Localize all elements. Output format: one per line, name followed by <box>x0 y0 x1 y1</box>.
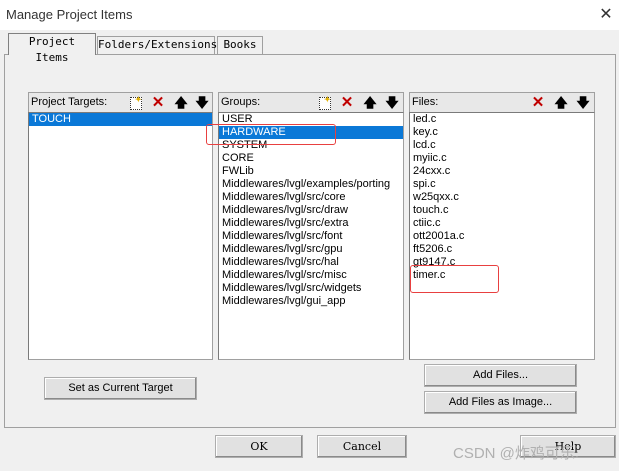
move-up-target-icon[interactable]: 🡅 <box>172 94 190 111</box>
group-list-item[interactable]: Middlewares/lvgl/src/core <box>219 191 403 204</box>
file-list-item[interactable]: w25qxx.c <box>410 191 594 204</box>
file-list-item[interactable]: spi.c <box>410 178 594 191</box>
file-list-item[interactable]: led.c <box>410 113 594 126</box>
ok-button[interactable]: OK <box>215 435 303 458</box>
group-list-item[interactable]: Middlewares/lvgl/examples/porting <box>219 178 403 191</box>
groups-panel: Groups: ✕ 🡅 🡇 USERHARDWARESYSTEMCOREFWLi… <box>218 91 404 360</box>
file-list-item[interactable]: 24cxx.c <box>410 165 594 178</box>
file-list-item[interactable]: myiic.c <box>410 152 594 165</box>
group-list-item[interactable]: Middlewares/lvgl/gui_app <box>219 295 403 308</box>
group-list-item[interactable]: FWLib <box>219 165 403 178</box>
file-list-item[interactable]: ott2001a.c <box>410 230 594 243</box>
move-down-group-icon[interactable]: 🡇 <box>383 94 401 111</box>
cancel-button[interactable]: Cancel <box>317 435 407 458</box>
tab-project-items[interactable]: Project Items <box>8 33 96 64</box>
targets-label: Project Targets: <box>31 96 108 108</box>
files-label: Files: <box>412 96 439 108</box>
title-bar: Manage Project Items ✕ <box>0 0 619 30</box>
group-list-item[interactable]: SYSTEM <box>219 139 403 152</box>
tab-books[interactable]: Books <box>217 36 263 54</box>
move-up-group-icon[interactable]: 🡅 <box>361 94 379 111</box>
group-list-item[interactable]: Middlewares/lvgl/src/hal <box>219 256 403 269</box>
add-files-button[interactable]: Add Files... <box>424 364 577 387</box>
watermark: CSDN @炸鸡可乐. <box>453 445 580 462</box>
files-panel: Files: ✕ 🡅 🡇 led.c key.c lcd.c myiic.c 24cxx… <box>409 92 595 360</box>
file-list-item[interactable]: touch.c <box>410 204 594 217</box>
files-header: Files: ✕ 🡅 🡇 <box>409 92 595 112</box>
targets-header: Project Targets: ✕ 🡅 🡇 <box>28 91 213 112</box>
move-down-target-icon[interactable]: 🡇 <box>193 94 211 111</box>
targets-panel: Project Targets: ✕ 🡅 🡇 TOUCH <box>28 91 213 360</box>
group-list-item[interactable]: Middlewares/lvgl/src/gpu <box>219 243 403 256</box>
target-list-item[interactable]: TOUCH <box>29 113 212 126</box>
close-icon[interactable]: ✕ <box>596 5 616 25</box>
group-list-item[interactable]: Middlewares/lvgl/src/font <box>219 230 403 243</box>
file-list-item[interactable]: ctiic.c <box>410 217 594 230</box>
targets-list[interactable]: TOUCH <box>28 112 213 360</box>
group-list-item[interactable]: Middlewares/lvgl/src/widgets <box>219 282 403 295</box>
new-target-icon[interactable] <box>126 91 144 111</box>
groups-header: Groups: ✕ 🡅 🡇 <box>218 91 404 112</box>
delete-target-icon[interactable]: ✕ <box>149 94 167 111</box>
group-list-item[interactable]: Middlewares/lvgl/src/extra <box>219 217 403 230</box>
move-down-file-icon[interactable]: 🡇 <box>574 94 592 111</box>
file-list-item[interactable]: gt9147.c <box>410 256 594 269</box>
move-up-file-icon[interactable]: 🡅 <box>552 94 570 111</box>
group-list-item[interactable]: CORE <box>219 152 403 165</box>
group-list-item[interactable]: Middlewares/lvgl/src/draw <box>219 204 403 217</box>
files-list[interactable]: led.c key.c lcd.c myiic.c 24cxx.c spi.c w25qxx… <box>409 112 595 360</box>
group-list-item[interactable]: Middlewares/lvgl/src/misc <box>219 269 403 282</box>
group-list-item[interactable]: HARDWARE <box>219 126 403 139</box>
groups-label: Groups: <box>221 96 261 108</box>
file-list-item[interactable]: ft5206.c <box>410 243 594 256</box>
file-list-item[interactable]: timer.c <box>410 269 594 282</box>
tab-folders-extensions[interactable]: Folders/Extensions <box>97 36 217 54</box>
add-files-as-image-button[interactable]: Add Files as Image... <box>424 391 577 414</box>
delete-file-icon[interactable]: ✕ <box>529 94 547 111</box>
set-current-target-button[interactable]: Set as Current Target <box>44 377 197 400</box>
file-list-item[interactable]: key.c <box>410 126 594 139</box>
window-title: Manage Project Items <box>6 7 133 22</box>
group-list-item[interactable]: USER <box>219 113 403 126</box>
new-group-icon[interactable] <box>315 91 333 111</box>
delete-group-icon[interactable]: ✕ <box>338 94 356 111</box>
file-list-item[interactable]: lcd.c <box>410 139 594 152</box>
groups-list[interactable]: USER HARDWARE SYSTEM CORE FWLib Middlewares/l… <box>218 112 404 360</box>
